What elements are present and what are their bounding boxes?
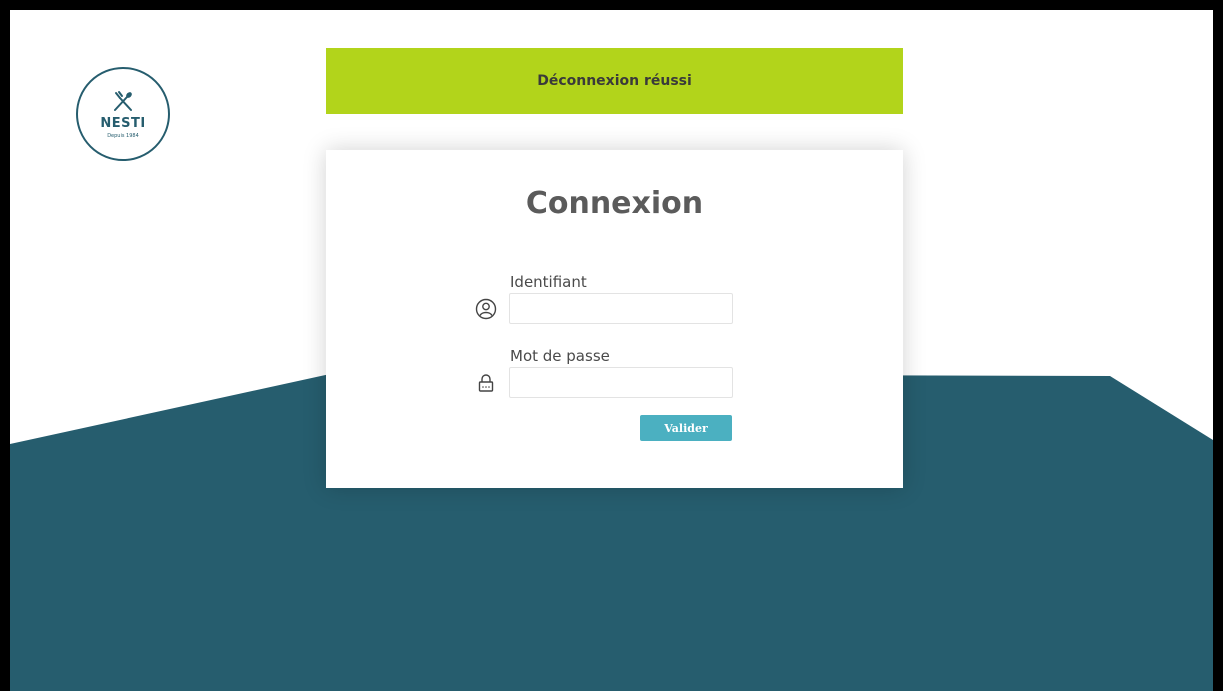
alert-message: Déconnexion réussi: [537, 73, 692, 89]
lock-icon: [478, 374, 494, 392]
password-label: Mot de passe: [510, 347, 610, 365]
page-frame: NESTI Depuis 1984 Déconnexion réussi Con…: [10, 10, 1213, 691]
login-card: Connexion Identifiant Mot de passe Valid…: [326, 150, 903, 488]
fork-spoon-icon: [114, 90, 132, 111]
nesti-logo[interactable]: NESTI Depuis 1984: [76, 67, 170, 161]
submit-button[interactable]: Valider: [640, 415, 732, 441]
username-label: Identifiant: [510, 273, 587, 291]
brand-since: Depuis 1984: [107, 132, 139, 139]
password-input[interactable]: [509, 367, 733, 398]
brand-name: NESTI: [100, 115, 146, 131]
login-title: Connexion: [525, 186, 704, 221]
logout-success-alert: Déconnexion réussi: [326, 48, 903, 114]
username-input[interactable]: [509, 293, 733, 324]
user-icon: [475, 298, 497, 320]
